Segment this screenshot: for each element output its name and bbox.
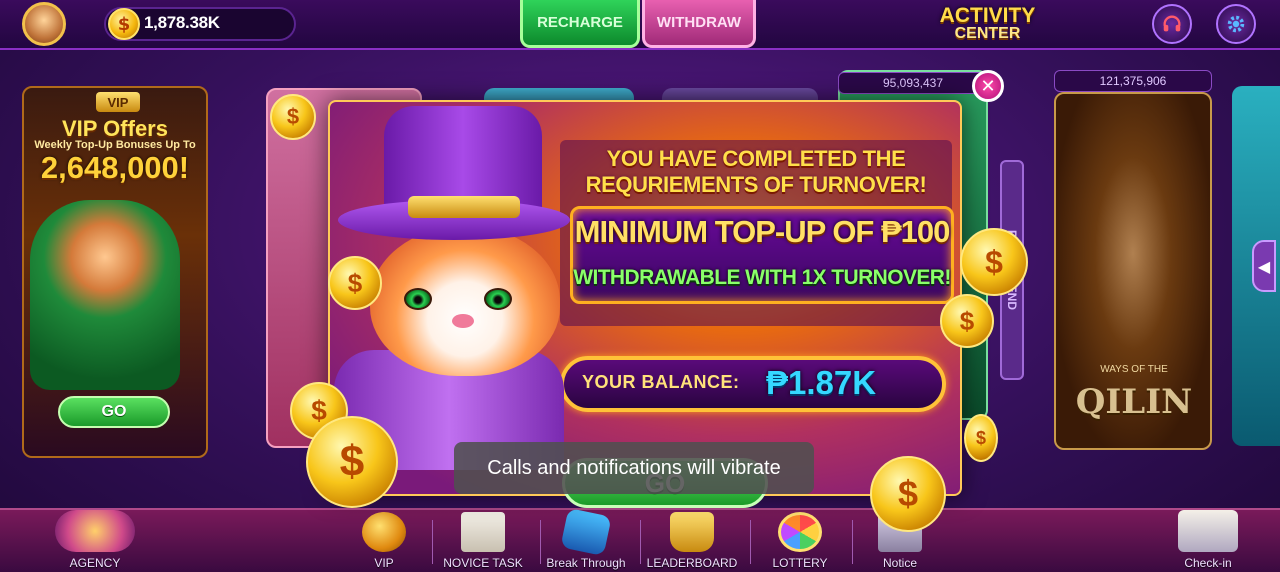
nav-leaderboard[interactable]: LEADERBOARD (646, 510, 738, 572)
nav-label: Break Through (546, 556, 626, 570)
nav-vip[interactable]: VIP (348, 510, 420, 572)
nav-agency[interactable]: AGENCY (55, 510, 135, 572)
popup-headline-line1: YOU HAVE COMPLETED THE (606, 146, 906, 171)
jackpot-counter: 95,093,437 (838, 72, 988, 94)
chevron-left-icon[interactable]: ◀ (1252, 240, 1276, 292)
vip-offers-amount: 2,648,000! (40, 150, 190, 185)
nav-check-in[interactable]: Check-in (1160, 510, 1256, 572)
popup-headline-line2: REQURIEMENTS OF TURNOVER! (585, 172, 927, 197)
agency-icon (55, 510, 135, 552)
vip-badge: VIP (96, 92, 140, 112)
cat-mascot-face (370, 226, 560, 376)
leaderboard-crown-icon (670, 512, 714, 552)
novice-task-icon (461, 512, 505, 552)
activity-center-line1: ACTIVITY (939, 4, 1036, 28)
close-icon[interactable]: ✕ (972, 70, 1004, 102)
top-hat-band (408, 196, 520, 218)
check-in-calendar-icon (1178, 510, 1238, 552)
vip-mascot-image (30, 200, 180, 390)
minimum-topup-text: MINIMUM TOP-UP OF ₱100 (574, 214, 951, 249)
gold-coin-icon: $ (306, 416, 398, 508)
avatar[interactable] (22, 2, 66, 46)
system-toast: Calls and notifications will vibrate (454, 442, 814, 494)
recharge-button[interactable]: RECHARGE (520, 0, 640, 48)
cat-eye (404, 288, 432, 310)
balance-amount: 1,878.38K (144, 13, 220, 32)
withdraw-button[interactable]: WITHDRAW (642, 0, 756, 48)
break-through-icon (560, 507, 612, 557)
activity-center-line2: CENTER (954, 25, 1021, 43)
nav-divider (432, 520, 433, 564)
lottery-wheel-icon (778, 512, 822, 552)
gold-coin-icon: $ (960, 228, 1028, 296)
settings-gear-icon[interactable] (1216, 4, 1256, 44)
game-subtitle: WAYS OF THE (1100, 364, 1168, 375)
withdrawable-text: WITHDRAWABLE WITH 1X TURNOVER! (573, 266, 951, 289)
activity-center-button[interactable]: ACTIVITY CENTER (905, 2, 1070, 46)
your-balance-label: YOUR BALANCE: (582, 372, 740, 392)
support-headset-icon[interactable] (1152, 4, 1192, 44)
nav-novice-task[interactable]: NOVICE TASK (440, 510, 526, 572)
nav-divider (640, 520, 641, 564)
nav-label: NOVICE TASK (443, 556, 523, 570)
nav-divider (852, 520, 853, 564)
gold-coin-icon: $ (940, 294, 994, 348)
vip-go-button[interactable]: GO (58, 396, 170, 428)
nav-divider (540, 520, 541, 564)
gold-coin-icon: $ (270, 94, 316, 140)
nav-label: VIP (374, 556, 394, 570)
nav-break-through[interactable]: Break Through (544, 507, 628, 572)
jackpot-counter: 121,375,906 (1054, 70, 1212, 92)
cat-nose (452, 314, 474, 328)
cat-eye (484, 288, 512, 310)
game-title: QILIN (1075, 382, 1193, 422)
gold-coin-icon: $ (870, 456, 946, 532)
vip-icon (362, 512, 406, 552)
your-balance-value: ₱1.87K (766, 364, 877, 401)
nav-label: LEADERBOARD (646, 556, 738, 570)
gold-coin-icon: $ (328, 256, 382, 310)
nav-label: Notice (882, 556, 917, 570)
gold-coin-icon: $ (964, 414, 998, 462)
nav-lottery[interactable]: LOTTERY (762, 510, 838, 572)
nav-label: AGENCY (69, 556, 121, 570)
nav-label: LOTTERY (772, 556, 828, 570)
nav-label: Check-in (1184, 556, 1232, 570)
nav-divider (750, 520, 751, 564)
coin-icon: $ (108, 8, 140, 40)
